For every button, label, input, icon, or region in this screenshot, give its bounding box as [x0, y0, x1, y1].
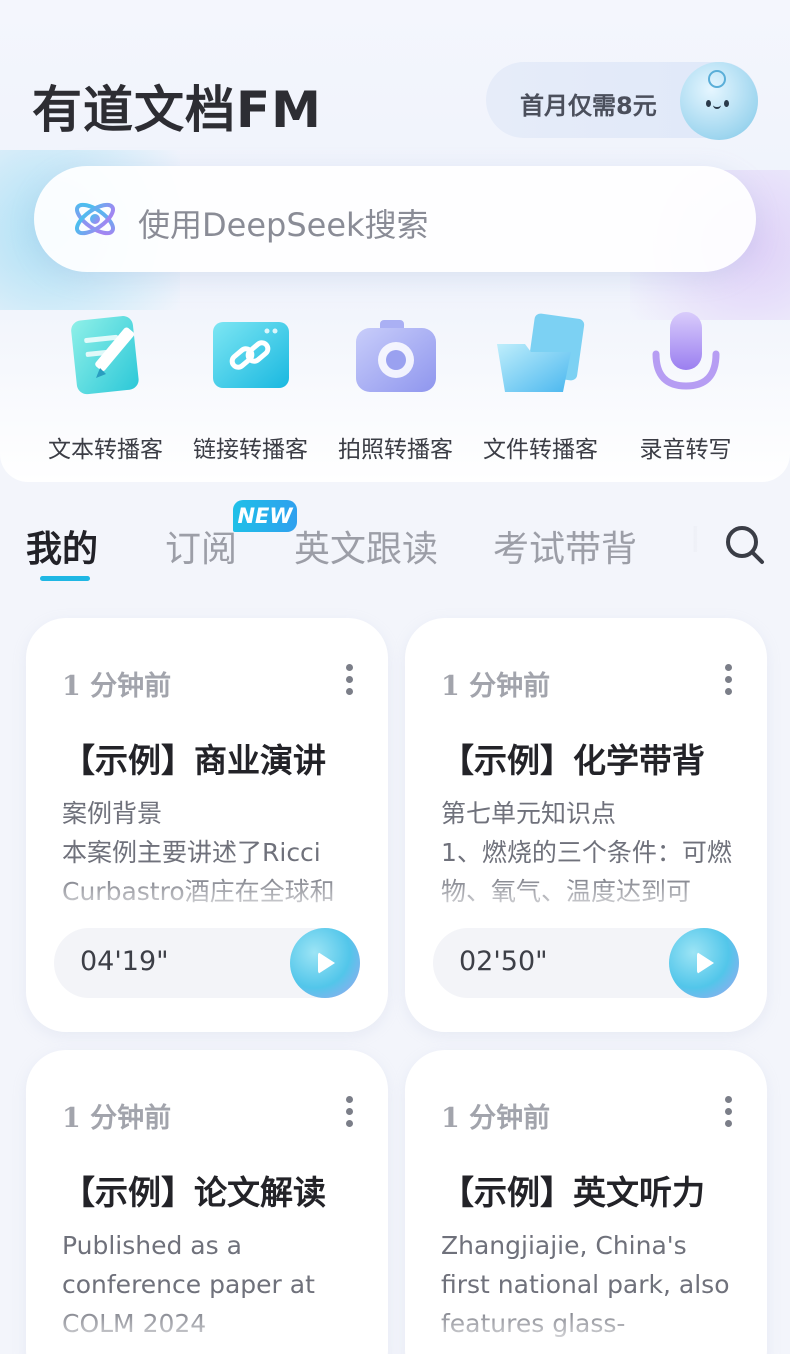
tool-label: 文件转播客 [483, 437, 598, 463]
excerpt-fade [435, 1304, 755, 1346]
excerpt-fade [435, 872, 755, 914]
podcast-card[interactable]: 1 分钟前 【示例】商业演讲 案例背景 本案例主要讲述了Ricci Curbas… [26, 618, 388, 1032]
tool-link-to-podcast[interactable]: 链接转播客 [178, 306, 323, 464]
new-badge: NEW [233, 500, 297, 532]
card-title: 【示例】化学带背 [441, 741, 705, 780]
card-duration: 02'50" [459, 946, 548, 977]
card-title: 【示例】商业演讲 [62, 741, 326, 780]
tool-file-to-podcast[interactable]: 文件转播客 [468, 306, 613, 464]
mascot-eye [706, 100, 711, 107]
camera-icon [355, 320, 436, 392]
podcast-card[interactable]: 1 分钟前 【示例】化学带背 第七单元知识点 1、燃烧的三个条件：可燃物、氧气、… [405, 618, 767, 1032]
tool-label: 文本转播客 [48, 437, 163, 463]
mascot-mouth [713, 104, 721, 109]
active-tab-indicator [40, 576, 90, 581]
tool-label: 录音转写 [639, 437, 732, 463]
play-button[interactable] [669, 928, 739, 998]
promo-text: 首月仅需8元 [520, 92, 657, 120]
excerpt-fade [56, 1304, 376, 1346]
tool-label: 链接转播客 [193, 437, 308, 463]
tool-label: 拍照转播客 [338, 437, 453, 463]
card-title: 【示例】论文解读 [62, 1173, 326, 1212]
card-time: 1 分钟前 [441, 671, 551, 702]
card-time: 1 分钟前 [62, 1103, 172, 1134]
more-options-icon[interactable] [344, 1096, 354, 1130]
tool-text-to-podcast[interactable]: 文本转播客 [33, 306, 178, 464]
tab-exam-recite[interactable]: 考试带背 [493, 520, 637, 572]
search-bar[interactable]: 使用DeepSeek搜索 [34, 166, 756, 272]
link-icon [212, 322, 289, 388]
tab-subscribe[interactable]: 订阅 [165, 520, 237, 572]
microphone-icon [652, 312, 719, 390]
duration-pill: 02'50" [433, 928, 739, 998]
tab-fade [640, 500, 720, 590]
more-options-icon[interactable] [344, 664, 354, 698]
card-title: 【示例】英文听力 [441, 1173, 705, 1212]
podcast-card[interactable]: 1 分钟前 【示例】论文解读 Published as a conference… [26, 1050, 388, 1354]
tab-bar: 我的 订阅 NEW 英文跟读 考试带背 I [0, 500, 790, 590]
search-icon[interactable] [722, 522, 766, 566]
mascot-eye [724, 100, 729, 107]
podcast-card[interactable]: 1 分钟前 【示例】英文听力 Zhangjiajie, China's firs… [405, 1050, 767, 1354]
deepseek-atom-icon [75, 202, 115, 236]
play-button[interactable] [290, 928, 360, 998]
app-title: 有道文档FM [32, 81, 322, 139]
tab-mine[interactable]: 我的 [26, 520, 98, 572]
card-time: 1 分钟前 [62, 671, 172, 702]
mascot-avatar[interactable] [680, 62, 758, 140]
card-duration: 04'19" [80, 946, 169, 977]
tab-english-shadowing[interactable]: 英文跟读 [294, 520, 438, 572]
antenna-icon [708, 70, 726, 88]
more-options-icon[interactable] [723, 1096, 733, 1130]
text-edit-icon [70, 316, 139, 395]
tool-row: 文本转播客 链接转播客 拍照转播客 文件转播客 录音转写 [0, 306, 790, 466]
top-area: 有道文档FM 首月仅需8元 使用DeepSeek搜索 文本转播客 链接转播客 拍… [0, 0, 790, 482]
duration-pill: 04'19" [54, 928, 360, 998]
folder-icon [496, 313, 584, 392]
more-options-icon[interactable] [723, 664, 733, 698]
card-time: 1 分钟前 [441, 1103, 551, 1134]
search-placeholder: 使用DeepSeek搜索 [138, 206, 429, 244]
promo-button[interactable]: 首月仅需8元 [486, 62, 758, 140]
tool-photo-to-podcast[interactable]: 拍照转播客 [323, 306, 468, 464]
tool-recording-transcribe[interactable]: 录音转写 [613, 306, 758, 464]
excerpt-fade [56, 872, 376, 914]
